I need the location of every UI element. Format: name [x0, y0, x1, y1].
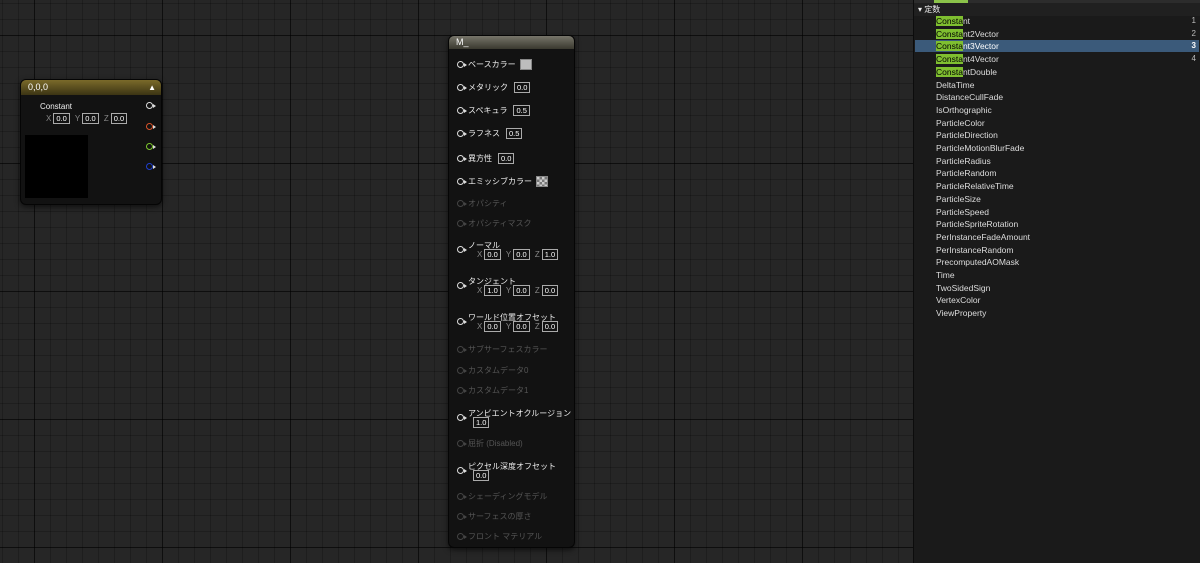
- palette-item[interactable]: ParticleDirection: [936, 129, 1198, 141]
- input-opacity: オパシティ: [457, 198, 508, 209]
- palette-item[interactable]: PerInstanceRandom: [936, 244, 1198, 256]
- color-preview: [25, 135, 88, 198]
- node-title: 0,0,0: [28, 82, 49, 92]
- input-opacity-mask: オパシティマスク: [457, 218, 532, 229]
- search-match-highlight: Consta: [936, 28, 963, 39]
- value-field[interactable]: 0.5: [506, 128, 523, 139]
- material-result-node[interactable]: M_ ベースカラー メタリック 0.0 スペキュラ 0.5 ラフネス 0.5 異…: [448, 35, 575, 548]
- shortcut-key: 2: [1191, 28, 1196, 38]
- output-pin-g[interactable]: [146, 143, 156, 150]
- value-field[interactable]: 0.0: [498, 153, 515, 164]
- input-subsurface-color: サブサーフェスカラー: [457, 344, 548, 355]
- input-pin: [457, 513, 467, 520]
- collapse-chevron-icon[interactable]: ▲: [148, 80, 156, 95]
- value-field[interactable]: 0.5: [513, 105, 530, 116]
- pdo-value-row: 0.0: [471, 470, 492, 481]
- x-value-field[interactable]: 0.0: [53, 113, 70, 124]
- palette-item[interactable]: DeltaTime: [936, 79, 1198, 91]
- input-pin[interactable]: [457, 467, 467, 474]
- node-title-bar[interactable]: M_: [449, 36, 574, 49]
- input-surface-thickness: サーフェスの厚さ: [457, 511, 532, 522]
- palette-item[interactable]: ParticleRadius: [936, 155, 1198, 167]
- node-title-bar[interactable]: 0,0,0 ▲: [21, 80, 161, 95]
- input-custom-data-1: カスタムデータ1: [457, 385, 528, 396]
- input-pin[interactable]: [457, 155, 467, 162]
- palette-item[interactable]: Constant3Vector 3: [915, 40, 1199, 53]
- search-match-highlight: Consta: [936, 41, 963, 52]
- output-pin-rgb[interactable]: [146, 102, 156, 109]
- palette-item[interactable]: VertexColor: [936, 294, 1198, 306]
- output-label: Constant: [40, 102, 73, 111]
- input-pin: [457, 200, 467, 207]
- palette-item[interactable]: ParticleRandom: [936, 167, 1198, 179]
- input-pin[interactable]: [457, 246, 467, 253]
- z-value-field[interactable]: 0.0: [110, 113, 128, 124]
- palette-item[interactable]: Constant 1: [936, 15, 1198, 27]
- palette-item[interactable]: Time: [936, 269, 1198, 281]
- input-pin: [457, 367, 467, 374]
- input-front-material: フロント マテリアル: [457, 531, 542, 542]
- node-title: M_: [456, 37, 469, 47]
- constant3vector-node[interactable]: 0,0,0 ▲ Constant X 0.0 Y 0.0 Z 0.0: [20, 79, 162, 205]
- palette-item[interactable]: PerInstanceFadeAmount: [936, 231, 1198, 243]
- palette-item[interactable]: IsOrthographic: [936, 104, 1198, 116]
- input-refraction: 屈折 (Disabled): [457, 438, 523, 449]
- input-base-color[interactable]: ベースカラー: [457, 59, 532, 70]
- input-pin[interactable]: [457, 107, 467, 114]
- input-pin[interactable]: [457, 130, 467, 137]
- shortcut-key: 3: [1191, 41, 1196, 51]
- color-swatch[interactable]: [519, 59, 532, 70]
- input-shading-model: シェーディングモデル: [457, 491, 547, 502]
- xyz-value-row: X 0.0 Y 0.0 Z 0.0: [46, 113, 130, 124]
- ao-value-row: 1.0: [471, 417, 492, 428]
- palette-item[interactable]: Constant2Vector 2: [936, 28, 1198, 40]
- palette-item[interactable]: ParticleRelativeTime: [936, 180, 1198, 192]
- palette-item[interactable]: ParticleSize: [936, 193, 1198, 205]
- search-match-highlight: Consta: [936, 54, 963, 65]
- palette-item[interactable]: ViewProperty: [936, 307, 1198, 319]
- input-roughness[interactable]: ラフネス 0.5: [457, 128, 525, 139]
- input-pin: [457, 220, 467, 227]
- search-match-highlight: Consta: [936, 16, 963, 26]
- palette-item[interactable]: DistanceCullFade: [936, 91, 1198, 103]
- input-pin[interactable]: [457, 61, 467, 68]
- palette-item[interactable]: ParticleSpriteRotation: [936, 218, 1198, 230]
- search-match-highlight: Consta: [936, 66, 963, 77]
- input-anisotropy[interactable]: 異方性 0.0: [457, 153, 517, 164]
- palette-item[interactable]: ParticleSpeed: [936, 206, 1198, 218]
- input-pin: [457, 346, 467, 353]
- tangent-xyz-row: X 1.0 Y 0.0 Z 0.0: [477, 285, 561, 296]
- input-custom-data-0: カスタムデータ0: [457, 365, 528, 376]
- checker-swatch[interactable]: [536, 176, 548, 187]
- palette-item[interactable]: TwoSidedSign: [936, 282, 1198, 294]
- input-metallic[interactable]: メタリック 0.0: [457, 82, 533, 93]
- input-emissive-color[interactable]: エミッシブカラー: [457, 176, 548, 187]
- y-value-field[interactable]: 0.0: [82, 113, 99, 124]
- palette-item[interactable]: ConstantDouble: [936, 66, 1198, 78]
- palette-item[interactable]: ParticleMotionBlurFade: [936, 142, 1198, 154]
- input-pin[interactable]: [457, 178, 467, 185]
- normal-xyz-row: X 0.0 Y 0.0 Z 1.0: [477, 249, 561, 260]
- palette-item[interactable]: Constant4Vector 4: [936, 53, 1198, 65]
- palette-item[interactable]: ParticleColor: [936, 117, 1198, 129]
- input-pin: [457, 493, 467, 500]
- shortcut-key: 4: [1191, 54, 1196, 64]
- input-pin[interactable]: [457, 282, 467, 289]
- input-specular[interactable]: スペキュラ 0.5: [457, 105, 533, 116]
- expand-triangle-icon[interactable]: ▾: [918, 5, 922, 14]
- output-pin-r[interactable]: [146, 123, 156, 130]
- shortcut-key: 1: [1191, 16, 1196, 25]
- output-pin-b[interactable]: [146, 163, 156, 170]
- node-palette-panel[interactable]: ▾ 定数 Constant 1 Constant2Vector 2 Constant3V…: [913, 0, 1200, 563]
- palette-item[interactable]: PrecomputedAOMask: [936, 256, 1198, 268]
- input-pin: [457, 387, 467, 394]
- input-pin: [457, 440, 467, 447]
- input-pin[interactable]: [457, 414, 467, 421]
- input-pin[interactable]: [457, 318, 467, 325]
- wpo-xyz-row: X 0.0 Y 0.0 Z 0.0: [477, 321, 561, 332]
- input-pin: [457, 533, 467, 540]
- input-pin[interactable]: [457, 84, 467, 91]
- value-field[interactable]: 0.0: [514, 82, 531, 93]
